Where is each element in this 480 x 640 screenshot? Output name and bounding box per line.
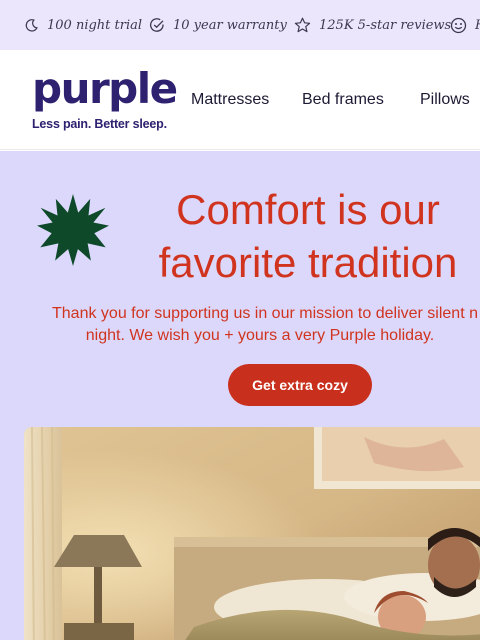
hero-body-text: Thank you for supporting us in our missi… bbox=[30, 303, 480, 347]
nav-bed-frames[interactable]: Bed frames bbox=[302, 91, 384, 109]
hero-photo bbox=[24, 427, 480, 640]
hero-body-line-2: night. We wish you + yours a very Purple… bbox=[85, 327, 435, 344]
check-circle-icon bbox=[149, 18, 164, 32]
hero-title-line-2: favorite tradition bbox=[158, 239, 458, 286]
perks-bar: 100 night trial 10 year warranty 125K 5-… bbox=[0, 0, 480, 50]
perk-warranty-label: 10 year warranty bbox=[173, 17, 287, 33]
perk-trial: 100 night trial bbox=[24, 0, 142, 50]
hero-title-line-1: Comfort is our bbox=[176, 186, 440, 233]
hero-title: Comfort is our favorite tradition bbox=[128, 183, 480, 289]
purple-logo[interactable]: purple bbox=[32, 67, 178, 111]
nav-mattresses[interactable]: Mattresses bbox=[191, 91, 269, 109]
smile-badge-icon bbox=[450, 17, 467, 33]
perk-trial-label: 100 night trial bbox=[47, 17, 143, 33]
starburst-icon bbox=[37, 194, 109, 266]
perk-extra-label: F bbox=[475, 18, 480, 33]
moon-icon bbox=[25, 18, 38, 32]
brand-tagline: Less pain. Better sleep. bbox=[32, 117, 167, 131]
perk-reviews-label: 125K 5-star reviews bbox=[319, 17, 452, 33]
perk-extra: F bbox=[450, 0, 480, 50]
couple-sleeping-photo bbox=[24, 427, 480, 640]
perk-warranty: 10 year warranty bbox=[149, 0, 287, 50]
hero-body-line-1: Thank you for supporting us in our missi… bbox=[52, 305, 478, 322]
get-extra-cozy-button[interactable]: Get extra cozy bbox=[228, 364, 372, 406]
perk-reviews: 125K 5-star reviews bbox=[294, 0, 451, 50]
holiday-hero: Comfort is our favorite tradition Thank … bbox=[0, 151, 480, 640]
site-header: purple Less pain. Better sleep. Mattress… bbox=[0, 50, 480, 150]
star-outline-icon bbox=[294, 17, 311, 33]
nav-pillows[interactable]: Pillows bbox=[420, 91, 470, 109]
